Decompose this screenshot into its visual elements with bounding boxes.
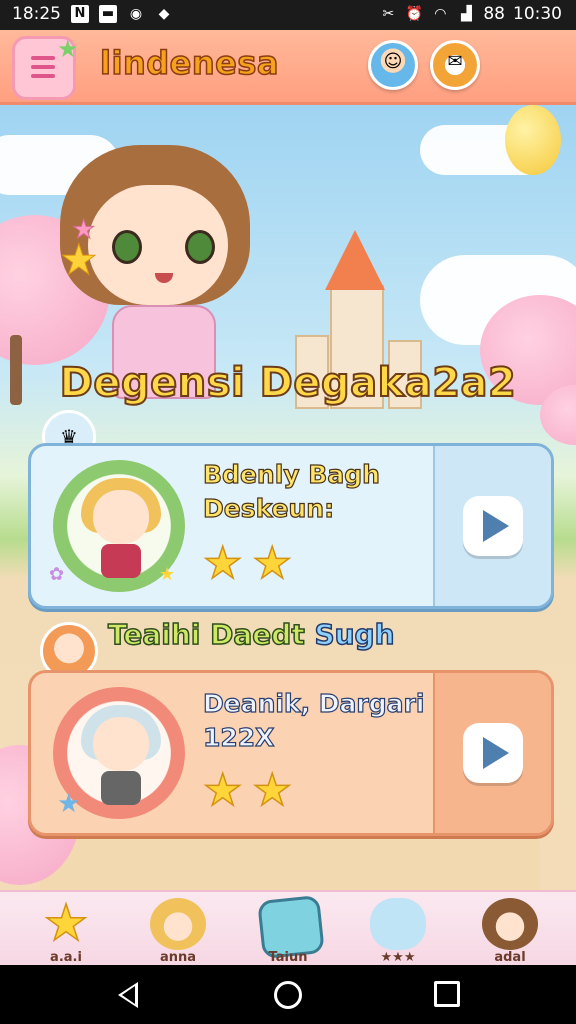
star-icon: ★ [57,35,79,63]
status-time-right: 10:30 [513,4,562,24]
screen-icon: ▬ [99,5,117,23]
tab-label: adal [494,950,526,965]
level-card[interactable]: ★ Deanik, Dargari 122X ★★ [28,670,554,836]
status-bar: 18:25 N ▬ ◉ ◆ ✂ ⏰ ◠ ▟ 88 10:30 [0,0,576,30]
boy-avatar-icon [482,898,538,950]
scissors-icon: ✂ [382,6,395,22]
tab-label: a.a.i [50,950,82,965]
girl-avatar-icon [150,898,206,950]
paper-plane-icon: ◆ [158,6,170,22]
circle-app-icon: ◉ [129,6,143,22]
chibi-face [93,490,149,544]
profile-avatar-button[interactable]: ☺ [368,40,418,90]
card-title-line1: Deanik, Dargari [202,688,425,718]
section-heading-main: Teaihi Daedt [107,617,305,652]
tab-creatures[interactable]: Taiun [240,892,336,967]
status-time-left: 18:25 [12,4,61,24]
tab-home[interactable]: ★ a.a.i [18,892,114,967]
level-card[interactable]: ✿ ★ Bdenly Bagh Deskeun: ★★ [28,443,554,609]
bottom-tab-bar: ★ a.a.i anna Taiun ★★★ adal [0,890,576,967]
recent-apps-icon[interactable] [434,981,460,1007]
play-icon [463,496,523,556]
star-rating: ★★ [202,537,302,590]
tab-characters[interactable]: anna [130,892,226,967]
section-heading-accent: Sugh [314,617,396,652]
star-icon: ★ [43,894,89,952]
menu-button[interactable]: ★ [12,35,79,100]
card-title: Deanik, Dargari 122X [202,687,425,755]
star-icon: ✿ [49,564,65,585]
signal-icon: ▟ [460,6,472,22]
card-title: Bdenly Bagh Deskeun: [202,458,380,526]
banner-title: Degensi Degaka2a2 [59,359,517,407]
top-app-bar: ★ lindenesa ☺ ✉ [0,30,576,105]
profile-avatar-icon: ☺ [383,51,403,72]
chibi-body [101,544,141,578]
app-title: lindenesa [99,43,279,83]
home-icon[interactable] [274,981,302,1009]
star-rating: ★★ [202,764,302,817]
castle-roof [325,230,385,290]
signal-text: 88 [483,4,505,24]
back-icon[interactable] [118,982,138,1008]
tab-label: Taiun [268,950,308,965]
chibi-body [101,771,141,805]
play-icon [463,723,523,783]
play-button[interactable] [433,446,551,606]
gift-avatar-button[interactable]: ✉ [430,40,480,90]
tab-label: ★★★ [380,950,416,965]
tab-label: anna [159,950,197,965]
tab-profile[interactable]: adal [462,892,558,967]
blue-creature-icon [370,898,426,950]
chibi-face [93,717,149,771]
play-button[interactable] [433,673,551,833]
system-nav-bar [0,965,576,1024]
gift-avatar-icon: ✉ [447,51,463,72]
star-icon: ★ [159,564,176,585]
tab-pets[interactable]: ★★★ [350,892,446,967]
alarm-icon: ⏰ [405,6,424,22]
card-title-line1: Bdenly Bagh [202,459,380,489]
star-icon: ★ [71,215,96,246]
star-icon: ★ [57,789,81,819]
balloon [505,105,561,175]
section-heading: Teaihi Daedt Sugh [107,617,396,652]
card-title-line2: Deskeun: [202,493,335,523]
card-title-line2: 122X [202,722,275,752]
character-eye [112,230,142,264]
menu-icon [31,56,55,83]
n-icon: N [71,5,89,23]
wifi-icon: ◠ [434,6,447,22]
character-eye [185,230,215,264]
